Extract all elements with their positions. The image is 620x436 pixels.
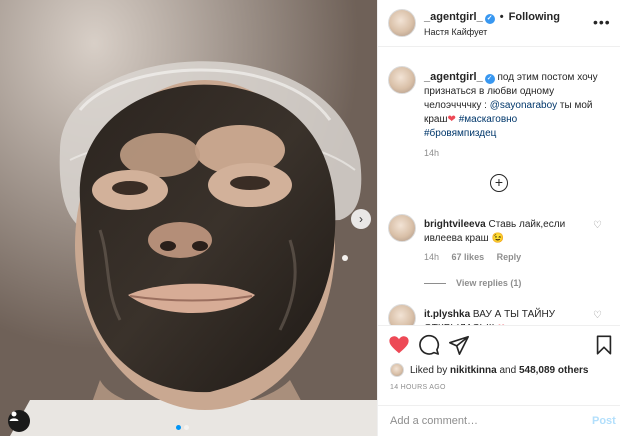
carousel-dot xyxy=(184,425,189,430)
comment-username[interactable]: brightvileeva xyxy=(424,219,486,230)
avatar xyxy=(390,363,404,377)
user-icon xyxy=(9,411,19,421)
hashtag-link[interactable]: #маскаговно xyxy=(459,114,518,125)
avatar[interactable] xyxy=(388,9,416,37)
location-link[interactable]: Настя Кайфует xyxy=(424,27,487,37)
following-button[interactable]: Following xyxy=(509,11,560,23)
add-comment-bar: Post xyxy=(378,405,620,436)
post-comment-button[interactable]: Post xyxy=(592,415,616,427)
post-author: _agentgirl_ ✓ • Following xyxy=(424,11,560,24)
bookmark-icon[interactable] xyxy=(593,334,615,356)
load-more-comments-icon[interactable]: + xyxy=(490,174,508,192)
comment-meta: 14h 67 likes Reply xyxy=(424,252,531,262)
post-side-panel: _agentgirl_ ✓ • Following Настя Кайфует •… xyxy=(377,0,620,436)
liked-user[interactable]: nikitkinna xyxy=(450,365,497,376)
comment-time: 14h xyxy=(424,252,440,262)
verified-badge-icon: ✓ xyxy=(484,74,495,84)
carousel-dot xyxy=(176,425,181,430)
comment-likes[interactable]: 67 likes xyxy=(452,252,485,262)
like-comment-heart-icon[interactable]: ♡ xyxy=(593,310,602,321)
comment-input[interactable] xyxy=(390,413,580,429)
post-header: _agentgirl_ ✓ • Following Настя Кайфует •… xyxy=(378,0,620,47)
reply-button[interactable]: Reply xyxy=(497,252,522,262)
caption-text: _agentgirl_ ✓ под этим постом хочу призна… xyxy=(424,70,610,141)
divider xyxy=(424,283,446,285)
post-actions: Liked by nikitkinna and 548,089 others 1… xyxy=(378,325,620,405)
view-replies-label: View replies (1) xyxy=(456,278,522,288)
next-photo-button[interactable]: › xyxy=(351,209,371,229)
heart-emoji: ❤ xyxy=(447,114,456,125)
post-time-ago: 14 HOURS AGO xyxy=(390,384,446,391)
mention-link[interactable]: @sayonaraboy xyxy=(490,100,557,111)
share-icon[interactable] xyxy=(448,334,470,356)
caption-time: 14h xyxy=(424,148,440,158)
post-photo[interactable]: › xyxy=(0,0,377,436)
separator: • xyxy=(499,11,504,23)
comment-text: brightvileeva Ставь лайк,если ивлеева кр… xyxy=(424,218,589,246)
verified-badge-icon: ✓ xyxy=(484,14,495,24)
caption-username[interactable]: _agentgirl_ xyxy=(424,71,483,83)
hashtag-link[interactable]: #бровямпиздец xyxy=(424,128,496,139)
comment-icon[interactable] xyxy=(418,334,440,356)
like-comment-heart-icon[interactable]: ♡ xyxy=(593,220,602,231)
wink-emoji: 😉 xyxy=(491,233,504,244)
liked-prefix: Liked by xyxy=(410,364,448,376)
more-horizontal-icon[interactable]: ••• xyxy=(593,14,611,30)
avatar[interactable] xyxy=(388,66,416,94)
post-photo-illustration xyxy=(0,0,377,436)
comment-username[interactable]: it.plyshka xyxy=(424,309,470,320)
chevron-right-icon: › xyxy=(359,212,363,226)
liked-and: and xyxy=(499,364,517,376)
liked-count[interactable]: 548,089 others xyxy=(519,365,589,376)
avatar[interactable] xyxy=(388,214,416,242)
heart-icon[interactable] xyxy=(388,334,410,356)
view-replies-button[interactable]: View replies (1) xyxy=(424,278,521,288)
tagged-users-button[interactable] xyxy=(8,410,30,432)
carousel-indicator xyxy=(176,425,189,430)
author-username[interactable]: _agentgirl_ xyxy=(424,11,483,23)
likes-summary[interactable]: Liked by nikitkinna and 548,089 others xyxy=(390,363,588,377)
